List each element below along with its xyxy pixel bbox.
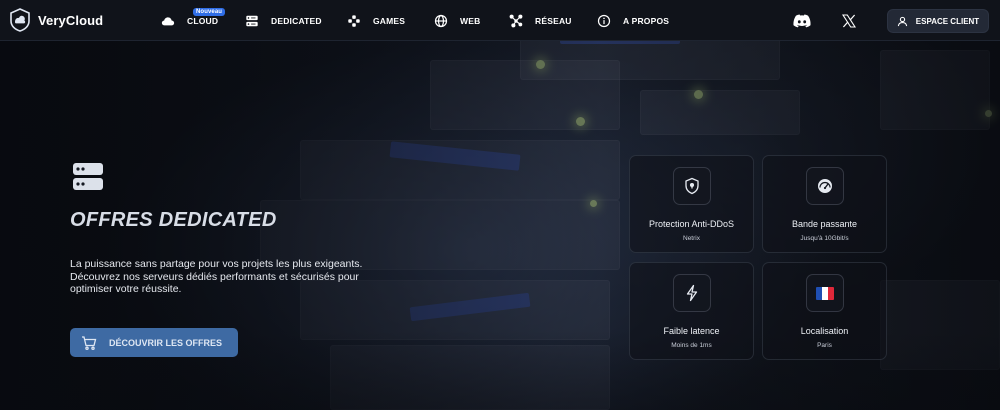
info-icon — [597, 14, 611, 27]
feature-subtitle: Netrix — [683, 235, 700, 242]
feature-subtitle: Paris — [817, 342, 832, 349]
feature-title: Faible latence — [663, 326, 720, 336]
discover-offers-button[interactable]: DÉCOUVRIR LES OFFRES — [70, 328, 238, 357]
brand-name: VeryCloud — [38, 12, 104, 28]
client-area-button[interactable]: ESPACE CLIENT — [887, 9, 989, 33]
feature-title: Localisation — [800, 326, 849, 336]
nav-label-games: GAMES — [373, 15, 406, 26]
nav-label-a-propos: A PROPOS — [623, 15, 670, 26]
nav-label-dedicated: DEDICATED — [271, 15, 322, 26]
user-icon — [897, 16, 907, 26]
server-icon — [73, 163, 103, 190]
feature-subtitle: Moins de 1ms — [671, 342, 712, 349]
lightning-icon — [686, 284, 698, 302]
nav-item-games[interactable]: GAMES — [347, 0, 405, 41]
feature-icon-box — [673, 274, 711, 312]
nav-label-web: WEB — [460, 15, 481, 26]
new-badge: Nouveau — [193, 8, 226, 16]
gamepad-icon — [348, 14, 360, 27]
feature-card-ddos: Protection Anti-DDoS Netrix — [629, 155, 754, 253]
feature-subtitle: Jusqu'à 10Gbit/s — [800, 235, 849, 242]
nav-label-cloud: CLOUD — [187, 15, 219, 26]
feature-card-location: Localisation Paris — [762, 262, 887, 360]
feature-card-bandwidth: Bande passante Jusqu'à 10Gbit/s — [762, 155, 887, 253]
cloud-icon — [161, 16, 175, 25]
discord-link[interactable] — [793, 0, 811, 41]
france-flag-icon — [816, 286, 834, 300]
speedometer-icon — [818, 179, 832, 193]
client-area-label: ESPACE CLIENT — [915, 16, 980, 26]
hero-description: La puissance sans partage pour vos proje… — [70, 258, 363, 295]
nav-item-dedicated[interactable]: DEDICATED — [245, 0, 322, 41]
network-icon — [509, 14, 523, 27]
nav-item-web[interactable]: WEB — [434, 0, 480, 41]
feature-icon-box — [806, 274, 844, 312]
nav-item-cloud[interactable]: CLOUD Nouveau — [161, 0, 226, 41]
x-icon — [842, 13, 856, 28]
verycloud-logo-icon — [10, 8, 30, 32]
page-title: OFFRES DEDICATED — [70, 209, 277, 231]
feature-icon-box — [806, 167, 844, 205]
shield-lock-icon — [685, 177, 699, 195]
feature-icon-box — [673, 167, 711, 205]
nav-item-reseau[interactable]: RÉSEAU — [509, 0, 572, 41]
top-navbar: VeryCloud CLOUD Nouveau DEDICATED GAMES … — [0, 0, 1000, 41]
brand-logo-link[interactable]: VeryCloud — [9, 8, 159, 32]
cart-icon — [82, 335, 97, 350]
nav-item-a-propos[interactable]: A PROPOS — [597, 0, 669, 41]
server-icon — [246, 15, 258, 26]
feature-title: Protection Anti-DDoS — [648, 219, 735, 229]
globe-icon — [434, 14, 448, 27]
discord-icon — [793, 14, 811, 27]
discover-offers-label: DÉCOUVRIR LES OFFRES — [109, 337, 223, 348]
nav-label-reseau: RÉSEAU — [535, 15, 572, 26]
feature-card-latency: Faible latence Moins de 1ms — [629, 262, 754, 360]
feature-title: Bande passante — [791, 219, 858, 229]
x-link[interactable] — [842, 0, 856, 41]
